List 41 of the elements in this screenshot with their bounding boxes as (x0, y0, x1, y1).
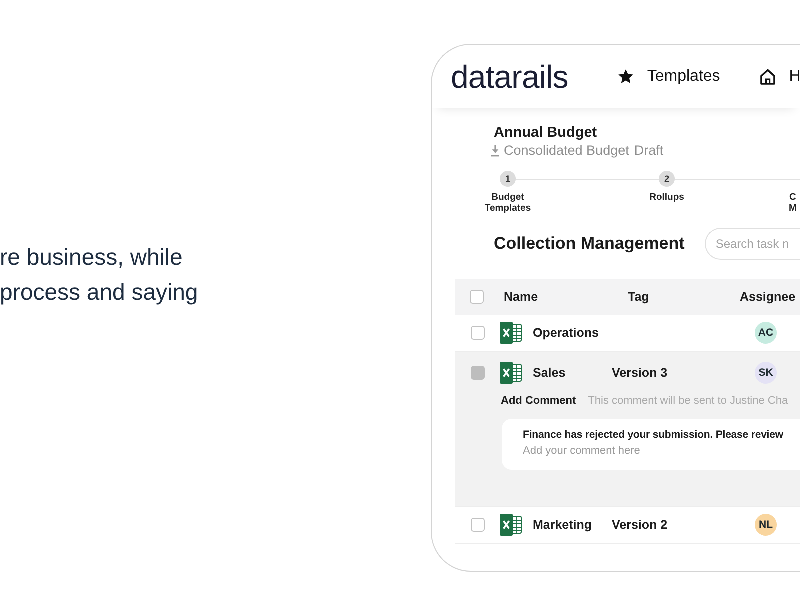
avatar: NL (755, 514, 777, 536)
intro-text: re business, while process and saying (0, 243, 200, 307)
tag-text: Version 3 (612, 366, 668, 380)
comment-field[interactable]: Add your comment here (523, 443, 723, 459)
search-field[interactable]: Search task n (704, 228, 800, 260)
step-label[interactable]: Budget Templates (484, 192, 532, 214)
logo[interactable]: datarails (451, 58, 568, 94)
comment-message: Finance has rejected your submission. Please review (523, 428, 784, 443)
budget-title: Annual Budget (494, 125, 598, 141)
table-row[interactable]: Marketing Version 2 NL (455, 507, 800, 544)
download-icon[interactable] (491, 145, 500, 157)
step-number: 2 (659, 171, 675, 187)
avatar: AC (755, 322, 777, 344)
step-number: 1 (500, 171, 516, 187)
checkbox[interactable] (471, 326, 485, 340)
checkbox[interactable] (470, 290, 484, 304)
spreadsheet-icon (500, 322, 522, 344)
nav-link[interactable]: Templates (618, 67, 720, 86)
task-name: Marketing (533, 518, 592, 532)
spreadsheet-icon (500, 362, 522, 384)
checkbox[interactable] (471, 366, 485, 380)
nav-link[interactable]: H (760, 67, 800, 86)
checkbox[interactable] (471, 518, 485, 532)
task-name: Sales (533, 366, 566, 380)
status-label: Draft (634, 143, 664, 159)
tag-text: Version 2 (612, 518, 668, 532)
comment-label: Add Comment (501, 395, 576, 407)
star-icon (618, 68, 634, 84)
step-label[interactable]: Rollups (650, 192, 684, 203)
table-row[interactable]: Sales Version 3 SK Add Comment This comment will be sent to Justine Cha Finance has rejected your submission. Please review Add your comment here (455, 352, 800, 507)
section-title: Collection Management (494, 234, 685, 254)
avatar: SK (755, 362, 777, 384)
comment-hint: This comment will be sent to Justine Cha (588, 395, 788, 407)
column-header: Tag (628, 290, 650, 304)
file-name: Consolidated Budget (504, 143, 630, 159)
spreadsheet-icon (500, 514, 522, 536)
home-icon (760, 68, 776, 84)
column-header: Name (504, 290, 538, 304)
task-name: Operations (533, 326, 599, 340)
step-label[interactable]: C M (789, 192, 797, 214)
column-header: Assignee (740, 290, 796, 304)
